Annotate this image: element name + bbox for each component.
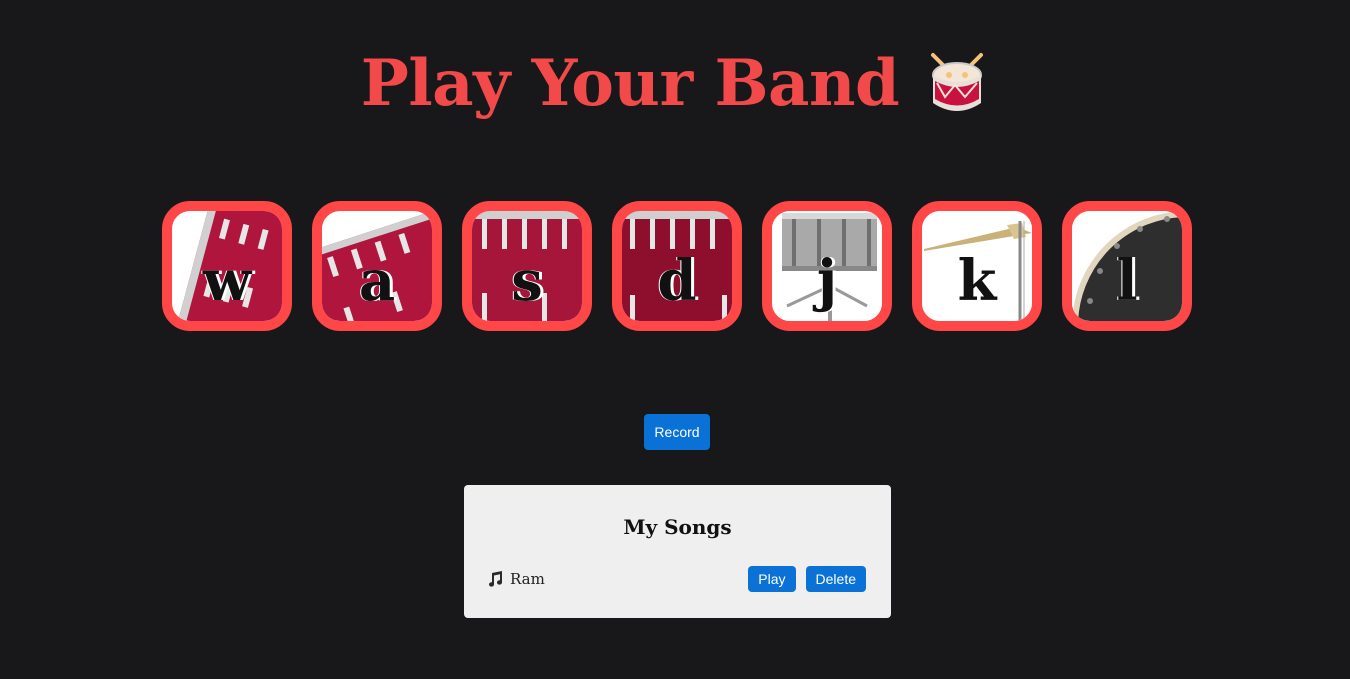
drum-key-label: a xyxy=(358,248,396,314)
drum-pad-d[interactable]: d xyxy=(612,201,742,331)
drum-pad-a[interactable]: a xyxy=(312,201,442,331)
drum-key-label: l xyxy=(1116,248,1138,314)
drum-pad-row: w a s d j k l xyxy=(162,201,1192,331)
drum-key-label: s xyxy=(511,248,543,314)
song-name: Ram xyxy=(486,570,738,588)
page-title: Play Your Band xyxy=(360,46,900,121)
header: Play Your Band xyxy=(0,44,1350,124)
drum-key-label: d xyxy=(657,248,697,314)
drum-emoji-icon xyxy=(931,53,984,111)
drum-pad-w[interactable]: w xyxy=(162,201,292,331)
delete-song-button[interactable]: Delete xyxy=(805,566,866,592)
drum-key-label: w xyxy=(202,248,252,314)
drum-key-label: j xyxy=(816,248,838,314)
record-button[interactable]: Record xyxy=(644,414,710,450)
drum-pad-j[interactable]: j xyxy=(762,201,892,331)
play-song-button[interactable]: Play xyxy=(748,566,796,592)
music-note-icon xyxy=(489,571,502,587)
drum-key-label: k xyxy=(957,248,997,314)
drum-pad-l[interactable]: l xyxy=(1062,201,1192,331)
my-songs-title: My Songs xyxy=(623,515,732,539)
my-songs-panel: My Songs Ram Play Delete xyxy=(464,485,891,618)
song-title: Ram xyxy=(510,570,545,588)
drum-pad-s[interactable]: s xyxy=(462,201,592,331)
list-item: Ram Play Delete xyxy=(486,565,866,593)
drum-pad-k[interactable]: k xyxy=(912,201,1042,331)
